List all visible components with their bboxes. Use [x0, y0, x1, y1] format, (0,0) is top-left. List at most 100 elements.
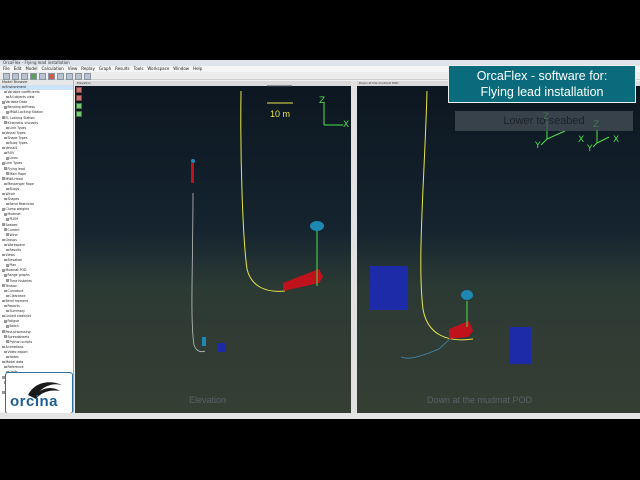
tree-item-label: Wind [9, 232, 18, 237]
tree-item-label: Tension [5, 283, 18, 288]
tree-item-label: Notes [9, 354, 19, 359]
tree-item-label: All objects view [9, 95, 35, 100]
tree-item-label: Model data [5, 360, 24, 365]
object-icon [6, 325, 9, 328]
open-icon[interactable] [12, 73, 19, 80]
tree-item-label: Post-processing [5, 329, 31, 334]
axis-x-label: X [343, 120, 349, 130]
clump-marker [202, 337, 206, 346]
tree-item-label: Shapes [7, 197, 20, 202]
stage-button[interactable]: Lower to seabed [455, 111, 633, 131]
tree-item-label: Animations [5, 344, 24, 349]
tree-item-label: Mudmat [7, 212, 21, 217]
report-icon[interactable] [84, 73, 91, 80]
tree-item-label: Reports [7, 304, 20, 309]
tree-item-label: Bend moment [5, 298, 29, 303]
object-icon [2, 253, 5, 257]
title-banner: OrcaFlex - software for: Flying lead ins… [448, 65, 636, 103]
object-icon [4, 136, 7, 140]
banner-line-2: Flying lead installation [480, 85, 604, 99]
object-icon [6, 126, 9, 129]
object-icon [2, 238, 5, 242]
object-icon [4, 350, 7, 354]
plem-box [218, 343, 226, 352]
object-icon [4, 228, 7, 231]
3d-view-elevation[interactable]: Elevation 10 m Z X Elevation [75, 81, 351, 413]
object-icon [2, 146, 5, 150]
object-icon [6, 355, 9, 359]
scale-bar-label: 10 m [270, 109, 290, 119]
object-icon [4, 365, 7, 369]
object-icon [6, 187, 9, 191]
object-icon [2, 284, 5, 287]
reset-icon[interactable] [48, 73, 55, 80]
tree-item-label: Fatigue [7, 319, 20, 324]
axis-x-label-2: X [578, 135, 584, 145]
tree-item-label: Variable Data [5, 100, 28, 105]
view-label-elevation: Elevation [189, 395, 227, 405]
tree-item-label: Mudmat POD [5, 268, 27, 273]
object-icon [2, 116, 5, 119]
pod-cable [400, 335, 454, 359]
rov-node [191, 159, 195, 163]
rov-marker [191, 163, 194, 183]
tree-item-label: Plan [9, 263, 17, 268]
save-icon[interactable] [21, 73, 28, 80]
object-icon [6, 279, 9, 282]
tree-item-label: Lines [9, 156, 18, 161]
banner-line-1: OrcaFlex - software for: [476, 69, 608, 83]
tree-item-label: Spreadsheets [7, 334, 30, 339]
object-icon [4, 197, 7, 201]
pause-icon[interactable] [39, 73, 46, 80]
buoy-2 [461, 290, 473, 300]
object-icon [2, 208, 5, 211]
model-tree: Environment Variable coefficients All obje… [0, 85, 73, 396]
tree-item-label: Time histories [9, 278, 32, 283]
flying-lead-line [240, 90, 286, 292]
view-label-mudmat: Down at the mudmat POD [427, 395, 533, 405]
tree-item-label: Current [7, 227, 20, 232]
object-icon [2, 345, 5, 349]
new-icon[interactable] [3, 73, 10, 80]
tree-item-label: Vessel1 [5, 146, 18, 151]
new-view-icon[interactable] [66, 73, 73, 80]
blue-box-left [370, 266, 408, 310]
object-icon [4, 90, 7, 94]
replay-icon[interactable] [57, 73, 64, 80]
object-icon [6, 95, 9, 99]
tree-item-label: Views [5, 253, 15, 258]
object-icon [4, 167, 7, 170]
tree-item-label: Main Rope [9, 171, 27, 176]
object-icon [2, 177, 5, 180]
object-icon [6, 233, 9, 236]
model-browser: Model Browser Environment Variable coeffi… [0, 80, 74, 412]
tree-item-label: Range graphs [7, 273, 30, 278]
tree-item-label: Batch [9, 324, 19, 329]
tree-item-label: Python scripts [9, 339, 33, 344]
object-icon [4, 106, 7, 109]
run-icon[interactable] [30, 73, 37, 80]
tree-item-label: Winch [5, 191, 16, 196]
object-icon [4, 320, 7, 323]
object-icon [6, 157, 9, 160]
tree-item-label: Flying lead [7, 166, 25, 171]
object-icon [2, 269, 5, 272]
object-icon [2, 360, 5, 364]
tree-item-label: ROV [7, 151, 15, 156]
tree-item-label: Video export [7, 349, 28, 354]
tree-item-label: Workspace [7, 242, 25, 247]
object-icon [4, 258, 7, 262]
tree-item-label: Clearance [9, 293, 26, 298]
object-icon [2, 85, 5, 89]
tree-item-label: Bending stiffness [7, 105, 35, 110]
tree-item-label: Line Types [9, 125, 27, 130]
tree-item-label: Buoys [9, 186, 20, 191]
object-icon [4, 121, 7, 124]
tree-item-label: Seabed [5, 222, 18, 227]
object-icon [4, 289, 7, 292]
tree-item-label: FL Locking Station [5, 115, 35, 120]
graph-icon[interactable] [75, 73, 82, 80]
elevation-scene: 10 m Z X [191, 85, 349, 353]
object-icon [2, 299, 5, 303]
buoy [310, 221, 324, 231]
